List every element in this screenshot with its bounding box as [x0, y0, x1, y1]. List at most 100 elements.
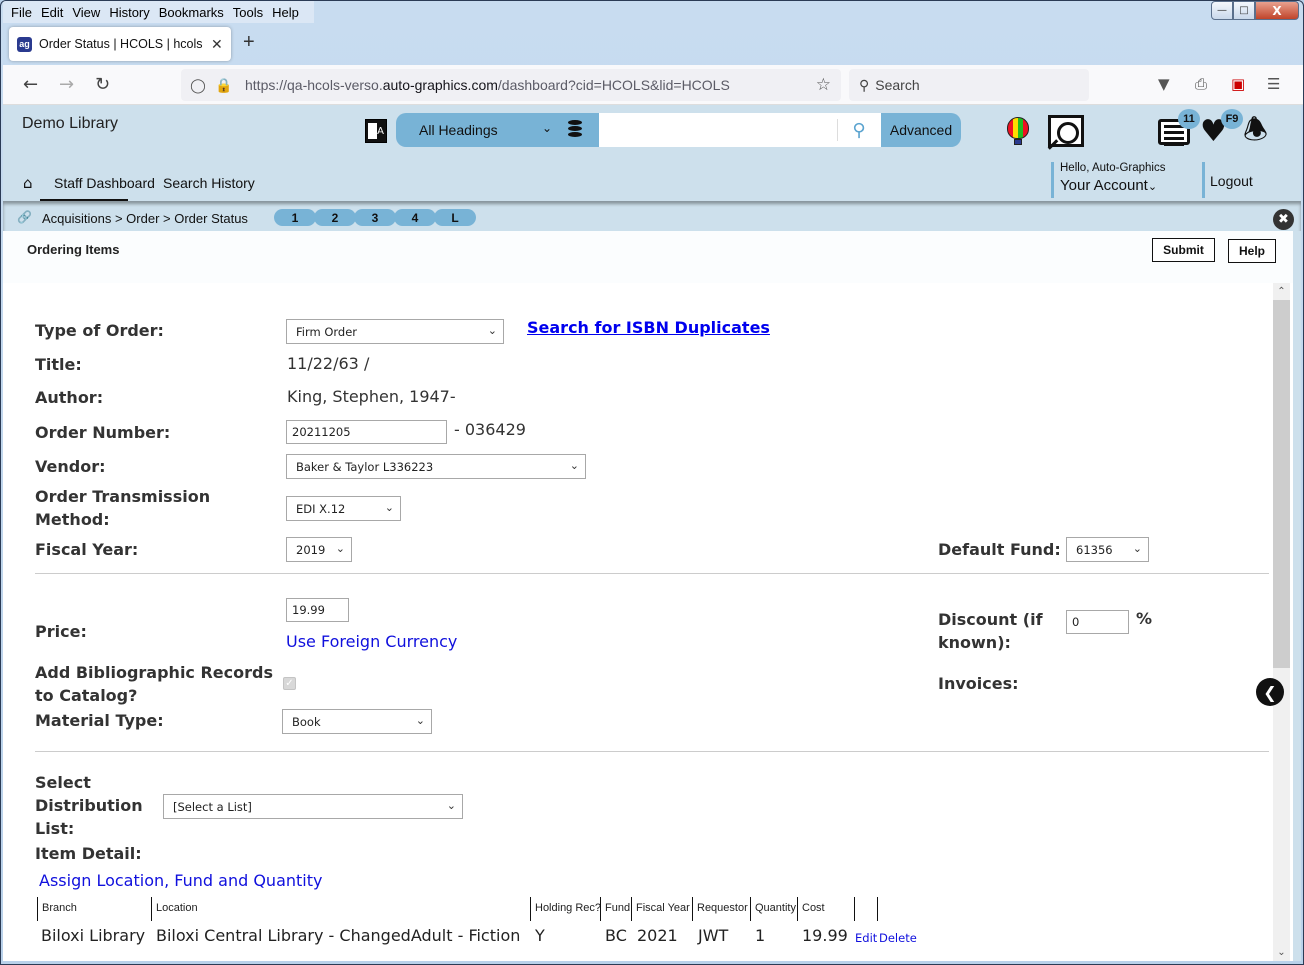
column-header-holding: Holding Rec?	[530, 897, 601, 921]
url-domain: auto-graphics.com	[382, 77, 498, 93]
delete-link[interactable]: Delete	[879, 931, 917, 945]
menu-file[interactable]: File	[11, 5, 32, 20]
favorites-badge: F9	[1221, 109, 1243, 129]
distribution-list-select[interactable]: [Select a List] ⌄	[163, 794, 463, 819]
column-header-delete	[877, 897, 887, 921]
order-number-suffix: - 036429	[454, 420, 526, 439]
heading-select-value: All Headings	[419, 122, 498, 138]
url-text[interactable]: https://qa-hcols-verso.auto-graphics.com…	[245, 77, 730, 93]
column-header-location: Location	[151, 897, 531, 921]
hamburger-menu-icon[interactable]: ☰	[1267, 75, 1280, 93]
catalog-search-input[interactable]	[599, 113, 837, 147]
workspace-pills: 1 2 3 4 L	[274, 209, 476, 226]
price-input[interactable]	[286, 598, 349, 622]
type-of-order-select[interactable]: Firm Order ⌄	[286, 319, 504, 344]
pill-4[interactable]: 4	[394, 209, 436, 226]
foreign-currency-link[interactable]: Use Foreign Currency	[286, 632, 457, 651]
lock-icon[interactable]: 🔒	[215, 77, 233, 94]
your-account-menu[interactable]: Your Account⌄	[1060, 177, 1157, 194]
advanced-search-button[interactable]: Advanced	[881, 113, 961, 147]
transmission-select[interactable]: EDI X.12 ⌄	[286, 496, 401, 521]
default-fund-select[interactable]: 61356 ⌄	[1066, 537, 1149, 562]
heading-select[interactable]: All Headings ⌄	[396, 113, 599, 147]
shield-icon[interactable]: ◯	[189, 77, 207, 94]
pill-3[interactable]: 3	[354, 209, 396, 226]
edit-link[interactable]: Edit	[855, 931, 877, 945]
new-tab-button[interactable]: +	[243, 31, 255, 54]
menu-edit[interactable]: Edit	[41, 5, 63, 20]
discount-label: Discount (if known):	[938, 610, 1043, 652]
chevron-down-icon: ⌄	[415, 714, 425, 727]
material-type-select[interactable]: Book ⌄	[282, 709, 432, 734]
close-tab-icon[interactable]: ✕	[211, 36, 223, 53]
search-button[interactable]: ⚲	[837, 113, 881, 147]
cell-fiscal-year: 2021	[637, 926, 678, 945]
submit-button[interactable]: Submit	[1152, 238, 1215, 262]
vendor-label: Vendor:	[35, 457, 106, 476]
home-icon[interactable]: ⌂	[23, 174, 33, 192]
discount-input[interactable]	[1066, 610, 1129, 634]
isbn-duplicates-link[interactable]: Search for ISBN Duplicates	[527, 318, 770, 337]
default-fund-label: Default Fund:	[938, 540, 1061, 559]
nav-staff-dashboard[interactable]: Staff Dashboard	[54, 175, 155, 191]
menu-view[interactable]: View	[72, 5, 100, 20]
search-icon: ⚲	[852, 119, 866, 141]
browser-window: File Edit View History Bookmarks Tools H…	[0, 0, 1304, 965]
order-panel: Ordering Items Submit Help Type of Order…	[3, 231, 1293, 961]
pill-2[interactable]: 2	[314, 209, 356, 226]
close-panel-icon[interactable]: ✖	[1273, 209, 1294, 230]
material-type-value: Book	[292, 714, 321, 729]
item-detail-label: Item Detail:	[35, 844, 142, 863]
author-value: King, Stephen, 1947-	[287, 387, 456, 406]
order-number-label: Order Number:	[35, 423, 171, 442]
list-count-badge: 11	[1178, 109, 1200, 129]
default-fund-value: 61356	[1076, 542, 1113, 557]
close-window-button[interactable]: X	[1255, 1, 1299, 20]
language-icon[interactable]: A	[365, 119, 387, 143]
fiscal-year-value: 2019	[296, 542, 326, 557]
nav-search-history[interactable]: Search History	[163, 175, 255, 191]
vertical-scrollbar[interactable]: ⌃ ⌄	[1273, 283, 1290, 961]
film-search-icon[interactable]	[1048, 115, 1084, 147]
pill-1[interactable]: 1	[274, 209, 316, 226]
tab-order-status[interactable]: ag Order Status | HCOLS | hcols | Auto-G…	[9, 27, 231, 61]
database-icon[interactable]	[568, 120, 582, 138]
search-icon: ⚲	[859, 76, 870, 93]
catalog-search: All Headings ⌄ ⚲ Advanced	[396, 113, 961, 147]
bell-icon[interactable]: 🕭	[1243, 115, 1268, 145]
assign-location-link[interactable]: Assign Location, Fund and Quantity	[39, 871, 322, 890]
cell-quantity: 1	[755, 926, 766, 945]
favicon-icon: ag	[17, 36, 32, 52]
forward-icon[interactable]: →	[59, 74, 74, 95]
percent-sign: %	[1136, 609, 1153, 628]
vendor-select[interactable]: Baker & Taylor L336223 ⌄	[286, 454, 586, 479]
fiscal-year-select[interactable]: 2019 ⌄	[286, 537, 352, 562]
extension-icon[interactable]: ▣	[1231, 75, 1245, 93]
browser-search-box[interactable]: ⚲ Search	[849, 69, 1089, 101]
logout-link[interactable]: Logout	[1210, 173, 1253, 189]
pocket-icon[interactable]: ▼	[1158, 75, 1170, 93]
order-number-input[interactable]	[286, 420, 447, 444]
print-icon[interactable]: ⎙	[1195, 75, 1207, 93]
menu-bar: File Edit View History Bookmarks Tools H…	[3, 1, 314, 23]
balloon-icon[interactable]	[1007, 117, 1029, 145]
bookmark-star-icon[interactable]: ☆	[816, 75, 831, 95]
back-icon[interactable]: ←	[23, 74, 38, 95]
transmission-label: Order Transmission Method:	[35, 487, 211, 529]
add-bib-checkbox[interactable]: ✓	[283, 677, 296, 690]
collapse-panel-icon[interactable]: ❮	[1256, 678, 1284, 706]
pill-l[interactable]: L	[434, 209, 476, 226]
menu-bookmarks[interactable]: Bookmarks	[159, 5, 224, 20]
minimize-button[interactable]: —	[1211, 1, 1233, 20]
url-bar[interactable]: ◯ 🔒 https://qa-hcols-verso.auto-graphics…	[181, 69, 841, 101]
menu-tools[interactable]: Tools	[233, 5, 263, 20]
browser-search-placeholder: Search	[875, 77, 920, 93]
scroll-down-icon[interactable]: ⌄	[1273, 944, 1290, 961]
help-button[interactable]: Help	[1228, 239, 1276, 263]
menu-help[interactable]: Help	[272, 5, 299, 20]
maximize-button[interactable]: □	[1233, 1, 1255, 20]
menu-history[interactable]: History	[109, 5, 149, 20]
reload-icon[interactable]: ↻	[95, 74, 110, 95]
scroll-up-icon[interactable]: ⌃	[1273, 283, 1290, 300]
scrollbar-thumb[interactable]	[1273, 300, 1290, 668]
